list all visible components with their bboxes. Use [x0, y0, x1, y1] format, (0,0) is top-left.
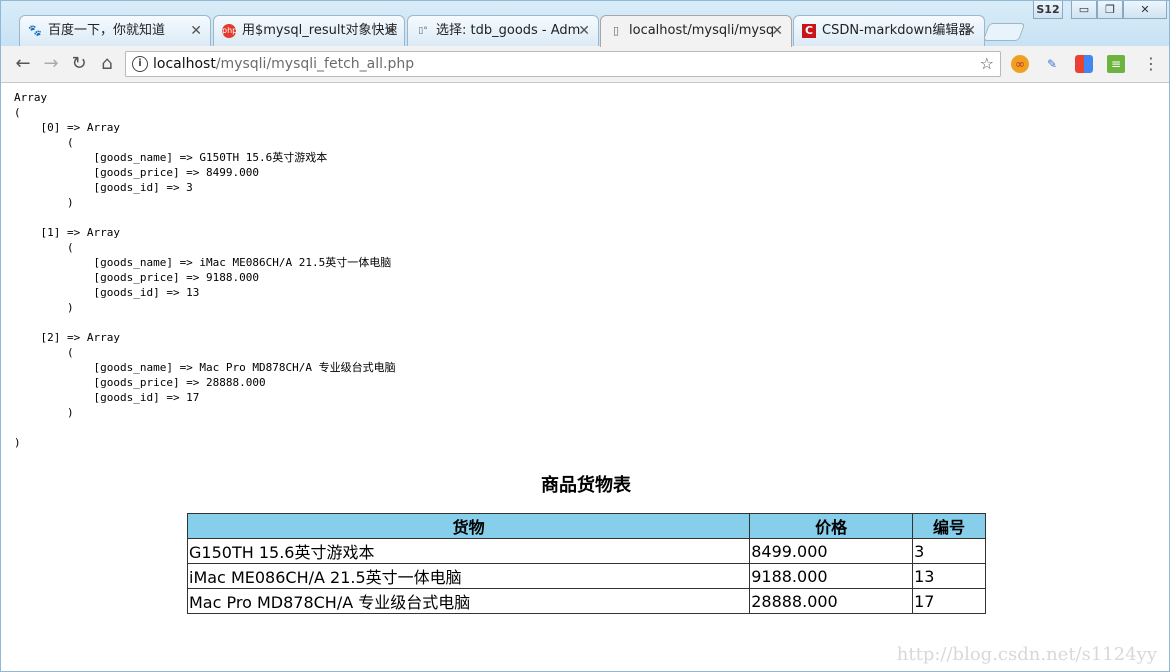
print-r-output: Array ( [0] => Array ( [goods_name] => G…	[14, 91, 396, 449]
tab-php-doc[interactable]: php 用$mysql_result对象快速 ✕	[213, 15, 405, 46]
goods-price-cell: 28888.000	[749, 588, 914, 614]
tab-phpmyadmin[interactable]: ▯° 选择: tdb_goods - Adm ✕	[407, 15, 599, 46]
table-row: Mac Pro MD878CH/A 专业级台式电脑 28888.000 17	[186, 588, 986, 614]
goods-id-cell: 13	[912, 563, 986, 589]
tab-baidu[interactable]: 🐾 百度一下，你就知道 ✕	[19, 15, 211, 46]
browser-window: 🐾 百度一下，你就知道 ✕ php 用$mysql_result对象快速 ✕ ▯…	[0, 0, 1170, 672]
toolbar: ← → ↻ ⌂ i localhost/mysqli/mysqli_fetch_…	[1, 46, 1169, 83]
minimize-button[interactable]: ▭	[1071, 1, 1097, 19]
new-tab-button[interactable]	[982, 23, 1026, 41]
phpmyadmin-icon: ▯°	[418, 26, 428, 36]
close-tab-icon[interactable]: ✕	[578, 16, 590, 46]
table-row: iMac ME086CH/A 21.5英寸一体电脑 9188.000 13	[186, 563, 986, 589]
goods-id-cell: 3	[912, 538, 986, 564]
tab-localhost[interactable]: ▯ localhost/mysqli/mysq ✕	[600, 15, 792, 47]
tab-title: 用$mysql_result对象快速	[242, 23, 398, 38]
goods-name-cell: Mac Pro MD878CH/A 专业级台式电脑	[186, 588, 751, 614]
tab-title: localhost/mysqli/mysq	[629, 23, 775, 38]
back-arrow-icon[interactable]: ←	[11, 52, 35, 76]
page-icon: ▯	[612, 24, 620, 37]
baidu-paw-icon: 🐾	[28, 24, 42, 37]
tab-title: 选择: tdb_goods - Adm	[436, 23, 581, 38]
url-text: localhost/mysqli/mysqli_fetch_all.php	[153, 56, 415, 72]
close-tab-icon[interactable]: ✕	[771, 16, 783, 46]
goods-name-cell: G150TH 15.6英寸游戏本	[186, 538, 751, 564]
close-tab-icon[interactable]: ✕	[964, 16, 976, 46]
close-tab-icon[interactable]: ✕	[384, 16, 396, 46]
restore-button[interactable]: ❐	[1097, 1, 1123, 19]
table-header-row: 货物 价格 编号	[186, 513, 986, 539]
column-header-id: 编号	[912, 513, 986, 539]
column-header-price: 价格	[749, 513, 914, 539]
goods-name-cell: iMac ME086CH/A 21.5英寸一体电脑	[186, 563, 751, 589]
address-bar[interactable]: i localhost/mysqli/mysqli_fetch_all.php …	[125, 51, 1001, 77]
tab-title: CSDN-markdown编辑器	[822, 23, 972, 38]
menu-dots-icon[interactable]: ⋮	[1139, 52, 1163, 76]
column-header-goods: 货物	[186, 513, 751, 539]
extension-notes-icon[interactable]: ≡	[1107, 55, 1125, 73]
goods-price-cell: 8499.000	[749, 538, 914, 564]
page-info-icon[interactable]: i	[132, 56, 148, 72]
close-tab-icon[interactable]: ✕	[190, 16, 202, 46]
php-logo-icon: php	[222, 24, 237, 38]
table-row: G150TH 15.6英寸游戏本 8499.000 3	[186, 538, 986, 564]
page-content: Array ( [0] => Array ( [goods_name] => G…	[1, 83, 1169, 671]
watermark: http://blog.csdn.net/s1124yy	[896, 644, 1157, 665]
tab-title: 百度一下，你就知道	[48, 23, 166, 38]
goods-id-cell: 17	[912, 588, 986, 614]
profile-badge[interactable]: S12	[1033, 1, 1063, 19]
extension-color-icon[interactable]	[1075, 55, 1093, 73]
close-window-button[interactable]: ✕	[1123, 1, 1167, 19]
goods-table: 货物 价格 编号 G150TH 15.6英寸游戏本 8499.000 3 iMa…	[186, 513, 986, 614]
forward-arrow-icon[interactable]: →	[39, 52, 63, 76]
extension-infinity-icon[interactable]: ∞	[1011, 55, 1029, 73]
home-icon[interactable]: ⌂	[95, 52, 119, 76]
goods-price-cell: 9188.000	[749, 563, 914, 589]
bookmark-star-icon[interactable]: ☆	[980, 52, 994, 76]
reload-icon[interactable]: ↻	[67, 52, 91, 76]
csdn-logo-icon: C	[802, 24, 816, 38]
tab-csdn[interactable]: C CSDN-markdown编辑器 ✕	[793, 15, 985, 46]
table-title: 商品货物表	[541, 475, 631, 496]
title-bar: 🐾 百度一下，你就知道 ✕ php 用$mysql_result对象快速 ✕ ▯…	[1, 1, 1169, 47]
extension-leaf-icon[interactable]: ✎	[1043, 55, 1061, 73]
